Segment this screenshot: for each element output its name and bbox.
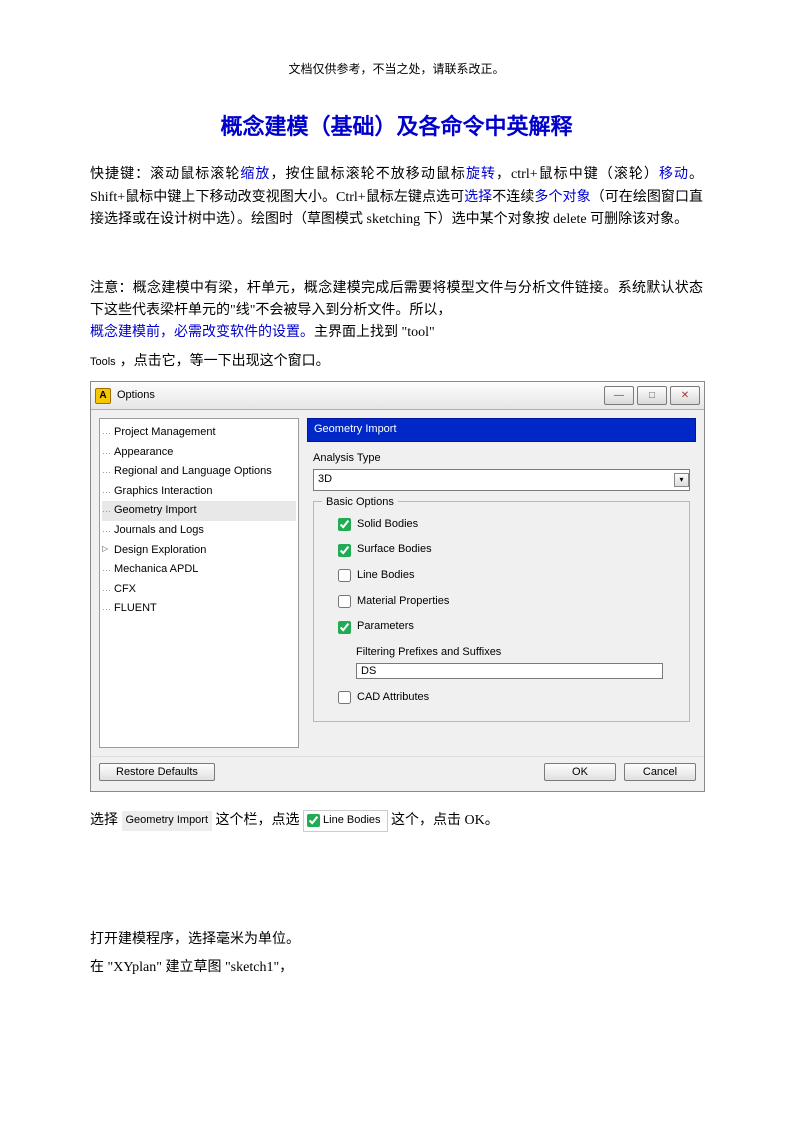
- tree-item[interactable]: Graphics Interaction: [102, 482, 296, 502]
- kw-zoom: 缩放: [240, 167, 270, 182]
- text: 主界面上找到 "tool": [314, 325, 435, 340]
- checkbox-solid-bodies[interactable]: Solid Bodies: [338, 516, 679, 534]
- checkbox-label: Solid Bodies: [357, 516, 418, 534]
- dialog-body: Project Management Appearance Regional a…: [91, 410, 704, 756]
- tree-item[interactable]: CFX: [102, 580, 296, 600]
- checkbox-parameters[interactable]: Parameters: [338, 618, 679, 636]
- tree-item[interactable]: Journals and Logs: [102, 521, 296, 541]
- kw-multi: 多个对象: [534, 190, 590, 205]
- note-highlight: 概念建模前，必需改变软件的设置。: [90, 325, 314, 340]
- kw-select: 选择: [464, 190, 492, 205]
- text: ，按住鼠标滚轮不放移动鼠标: [270, 167, 465, 182]
- checkbox-label: Line Bodies: [323, 814, 381, 826]
- checkbox-label: CAD Attributes: [357, 689, 429, 707]
- minimize-button[interactable]: —: [604, 386, 634, 405]
- dialog-title: Options: [117, 387, 601, 405]
- checkbox-label: Surface Bodies: [357, 541, 432, 559]
- tree-item-design-exploration[interactable]: Design Exploration: [102, 541, 296, 561]
- checkbox-input: [307, 814, 320, 827]
- spacer: [223, 763, 536, 781]
- checkbox-input[interactable]: [338, 569, 351, 582]
- basic-options-group: Basic Options Solid Bodies Surface Bodie…: [313, 501, 690, 722]
- paragraph-xyplan: 在 "XYplan" 建立草图 "sketch1"，: [90, 957, 703, 979]
- checkbox-label: Parameters: [357, 618, 414, 636]
- dialog-footer: Restore Defaults OK Cancel: [91, 756, 704, 791]
- checkbox-input[interactable]: [338, 621, 351, 634]
- app-icon: A: [95, 388, 111, 404]
- checkbox-input[interactable]: [338, 518, 351, 531]
- basic-options-legend: Basic Options: [322, 494, 398, 512]
- text: 选择: [90, 813, 122, 828]
- text: ，ctrl+鼠标中键（滚轮）: [496, 167, 659, 182]
- kw-rotate: 旋转: [466, 167, 496, 182]
- maximize-button[interactable]: □: [637, 386, 667, 405]
- text: 注意：概念建模中有梁，杆单元，概念建模完成后需要将模型文件与分析文件链接。系统默…: [90, 281, 703, 318]
- checkbox-input[interactable]: [338, 544, 351, 557]
- restore-defaults-button[interactable]: Restore Defaults: [99, 763, 215, 781]
- dialog-titlebar: A Options — □ ✕: [91, 382, 704, 410]
- tree-item[interactable]: Appearance: [102, 443, 296, 463]
- tree-item-geometry-import[interactable]: Geometry Import: [102, 501, 296, 521]
- filtering-label: Filtering Prefixes and Suffixes: [356, 644, 679, 662]
- text: 这个，点击 OK。: [388, 813, 499, 828]
- text: ，点击它，等一下出现这个窗口。: [120, 354, 330, 369]
- tree-item[interactable]: FLUENT: [102, 599, 296, 619]
- tools-menu-label: Tools: [90, 354, 116, 372]
- ok-button[interactable]: OK: [544, 763, 616, 781]
- paragraph-note: 注意：概念建模中有梁，杆单元，概念建模完成后需要将模型文件与分析文件链接。系统默…: [90, 278, 703, 345]
- inline-geometry-import-label: Geometry Import: [122, 811, 213, 831]
- checkbox-input[interactable]: [338, 691, 351, 704]
- text: 不连续: [492, 190, 534, 205]
- header-note: 文档仅供参考，不当之处，请联系改正。: [90, 60, 703, 79]
- page-title: 概念建模（基础）及各命令中英解释: [90, 109, 703, 144]
- inline-line-bodies-checkbox: Line Bodies: [303, 810, 388, 832]
- tree-item[interactable]: Project Management: [102, 423, 296, 443]
- close-button[interactable]: ✕: [670, 386, 700, 405]
- pane-header: Geometry Import: [307, 418, 696, 442]
- tree-item[interactable]: Regional and Language Options: [102, 462, 296, 482]
- checkbox-cad-attributes[interactable]: CAD Attributes: [338, 689, 679, 707]
- analysis-type-row: Analysis Type 3D ▾: [313, 450, 690, 491]
- analysis-type-value: 3D: [318, 471, 332, 489]
- analysis-type-label: Analysis Type: [313, 450, 690, 468]
- analysis-type-select[interactable]: 3D ▾: [313, 469, 690, 491]
- tools-line: Tools ，点击它，等一下出现这个窗口。: [90, 351, 703, 373]
- paragraph-open-modeler: 打开建模程序，选择毫米为单位。: [90, 929, 703, 951]
- filtering-subfield: Filtering Prefixes and Suffixes: [356, 644, 679, 681]
- dropdown-arrow-icon: ▾: [674, 473, 689, 487]
- kw-move: 移动: [659, 167, 689, 182]
- checkbox-label: Material Properties: [357, 593, 449, 611]
- options-right-pane: Geometry Import Analysis Type 3D ▾ Basic…: [307, 418, 696, 748]
- filtering-input[interactable]: [356, 663, 663, 679]
- paragraph-shortcuts: 快捷键：滚动鼠标滚轮缩放，按住鼠标滚轮不放移动鼠标旋转，ctrl+鼠标中键（滚轮…: [90, 164, 703, 231]
- checkbox-label: Line Bodies: [357, 567, 415, 585]
- cancel-button[interactable]: Cancel: [624, 763, 696, 781]
- window-buttons: — □ ✕: [601, 386, 700, 405]
- options-dialog: A Options — □ ✕ Project Management Appea…: [90, 381, 705, 792]
- tree-item[interactable]: Mechanica APDL: [102, 560, 296, 580]
- text: 快捷键：滚动鼠标滚轮: [90, 167, 240, 182]
- options-tree[interactable]: Project Management Appearance Regional a…: [99, 418, 299, 748]
- checkbox-line-bodies[interactable]: Line Bodies: [338, 567, 679, 585]
- text: 这个栏，点选: [212, 813, 303, 828]
- select-instruction-line: 选择 Geometry Import 这个栏，点选 Line Bodies 这个…: [90, 810, 703, 832]
- checkbox-surface-bodies[interactable]: Surface Bodies: [338, 541, 679, 559]
- checkbox-input[interactable]: [338, 595, 351, 608]
- checkbox-material-properties[interactable]: Material Properties: [338, 593, 679, 611]
